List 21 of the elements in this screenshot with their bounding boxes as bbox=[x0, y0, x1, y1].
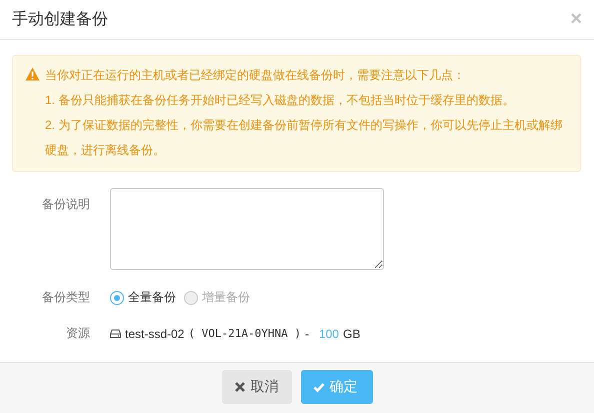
description-field[interactable] bbox=[110, 188, 384, 270]
confirm-button[interactable]: 确定 bbox=[300, 370, 372, 404]
field-label: 备份类型 bbox=[41, 289, 90, 306]
warning-text: 2. 为了保证数据的完整性，你需要在创建备份前暂停所有文件的写操作，你可以先停止主机或解绑硬盘，进行离线备份。 bbox=[45, 117, 564, 159]
resource-name: test-ssd-02 bbox=[125, 326, 184, 340]
close-button[interactable]: × bbox=[570, 8, 582, 31]
field-label: 资源 bbox=[65, 325, 90, 342]
check-icon bbox=[312, 380, 324, 392]
radio-option[interactable]: 全量备份 bbox=[110, 289, 176, 306]
cancel-button[interactable]: 取消 bbox=[222, 370, 292, 404]
field-label: 备份说明 bbox=[41, 196, 90, 213]
warning-text: 1. 备份只能捕获在备份任务开始时已经写入磁盘的数据，不包括当时位于缓存里的数据。 bbox=[45, 92, 516, 109]
size-unit: GB bbox=[342, 326, 360, 340]
size-value: 100 bbox=[318, 326, 339, 340]
close-icon bbox=[234, 380, 246, 392]
disk-icon bbox=[110, 329, 121, 338]
resource-id: ( VOL-21A-0YHNA ) bbox=[188, 327, 301, 340]
warning-text: 当你对正在运行的主机或者已经绑定的硬盘做在线备份时，需要注意以下几点： bbox=[45, 67, 466, 84]
dialog-title: 手动创建备份 bbox=[12, 10, 108, 30]
warning-icon bbox=[25, 67, 40, 81]
separator-text: - bbox=[304, 326, 309, 340]
